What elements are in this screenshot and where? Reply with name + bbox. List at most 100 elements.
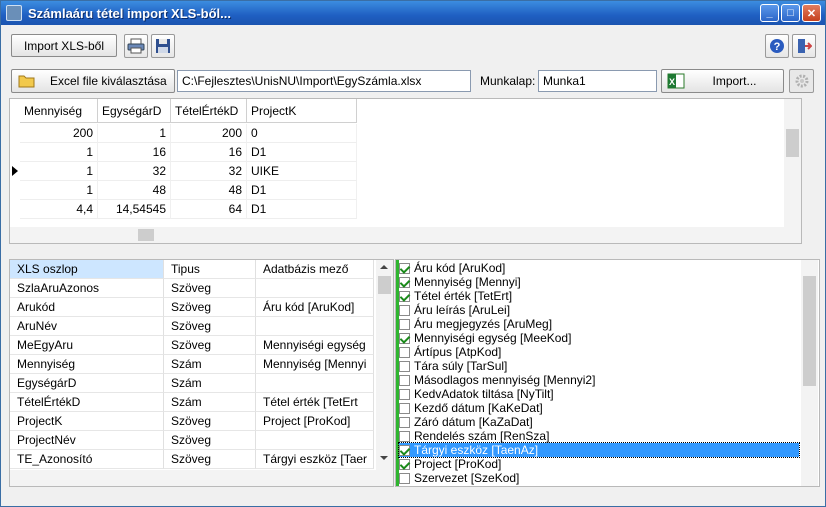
field-checklist-item[interactable]: Záró dátum [KaZaDat] xyxy=(399,415,533,429)
table-cell[interactable]: Mennyiség [Mennyi xyxy=(256,355,374,374)
field-checklist-item[interactable]: Áru kód [AruKod] xyxy=(399,261,505,275)
table-cell[interactable]: 1 xyxy=(20,181,98,200)
checkbox[interactable] xyxy=(399,402,410,414)
column-mapping-grid[interactable]: XLS oszlop Tipus Adatbázis mező SzlaAruA… xyxy=(9,259,394,487)
field-checklist[interactable]: Áru kód [AruKod] Mennyiség [Mennyi] Tétel … xyxy=(395,259,820,487)
table-row[interactable]: 1 48 48 D1 xyxy=(20,181,357,200)
field-checklist-item[interactable]: Tárgyi eszköz [TaenAz] xyxy=(398,442,800,458)
table-cell[interactable]: ProjectK xyxy=(10,412,164,431)
import-xls-button[interactable]: Import XLS-ből xyxy=(11,34,117,57)
checkbox[interactable] xyxy=(399,430,410,442)
table-row[interactable]: Arukód Szöveg Áru kód [AruKod] xyxy=(10,298,374,317)
table-cell[interactable]: Áru kód [AruKod] xyxy=(256,298,374,317)
minimize-button[interactable]: _ xyxy=(760,4,779,22)
table-cell[interactable] xyxy=(256,279,374,298)
table-cell[interactable]: SzlaAruAzonos xyxy=(10,279,164,298)
sheet-input[interactable]: Munka1 xyxy=(538,70,657,92)
checkbox[interactable] xyxy=(399,374,410,386)
save-button[interactable] xyxy=(151,34,175,58)
checkbox[interactable] xyxy=(399,346,410,358)
column-header[interactable]: XLS oszlop xyxy=(10,260,164,279)
horizontal-scrollbar[interactable] xyxy=(10,227,801,243)
table-cell[interactable]: Szám xyxy=(164,374,256,393)
table-cell[interactable]: ProjectNév xyxy=(10,431,164,450)
table-row[interactable]: SzlaAruAzonos Szöveg xyxy=(10,279,374,298)
field-checklist-item[interactable]: KedvAdatok tiltása [NyTilt] xyxy=(399,387,554,401)
field-checklist-item[interactable]: Ártípus [AtpKod] xyxy=(399,345,501,359)
column-header[interactable]: Mennyiség xyxy=(20,99,98,123)
table-cell[interactable]: 0 xyxy=(247,124,357,143)
table-cell[interactable] xyxy=(256,317,374,336)
scroll-up-arrow[interactable] xyxy=(380,265,388,269)
table-cell[interactable]: TételÉrtékD xyxy=(10,393,164,412)
help-button[interactable]: ? xyxy=(765,34,789,58)
table-cell[interactable]: 1 xyxy=(20,143,98,162)
table-cell[interactable]: Mennyiségi egység xyxy=(256,336,374,355)
column-header[interactable]: ProjectK xyxy=(247,99,357,123)
scrollbar-thumb[interactable] xyxy=(378,276,391,294)
vertical-scrollbar[interactable] xyxy=(801,260,818,486)
print-button[interactable] xyxy=(124,34,148,58)
table-row[interactable]: ProjectK Szöveg Project [ProKod] xyxy=(10,412,374,431)
table-cell[interactable]: 16 xyxy=(171,143,247,162)
table-row[interactable]: MeEgyAru Szöveg Mennyiségi egység xyxy=(10,336,374,355)
title-bar[interactable]: Számlaáru tétel import XLS-ből... _ □ ✕ xyxy=(1,1,825,25)
column-header[interactable]: Tipus xyxy=(164,260,256,279)
checkbox[interactable] xyxy=(399,444,410,456)
field-checklist-item[interactable]: Rendelés szám [RenSza] xyxy=(399,429,549,443)
table-row[interactable]: 1 32 32 UIKE xyxy=(20,162,357,181)
field-checklist-item[interactable]: Másodlagos mennyiség [Mennyi2] xyxy=(399,373,595,387)
table-cell[interactable]: MeEgyAru xyxy=(10,336,164,355)
scrollbar-thumb[interactable] xyxy=(803,276,816,386)
checkbox[interactable] xyxy=(399,458,410,470)
table-row[interactable]: Mennyiség Szám Mennyiség [Mennyi xyxy=(10,355,374,374)
table-row[interactable]: 1 16 16 D1 xyxy=(20,143,357,162)
checkbox[interactable] xyxy=(399,360,410,372)
table-cell[interactable]: Szöveg xyxy=(164,298,256,317)
column-header[interactable]: EgységárD xyxy=(98,99,171,123)
table-cell[interactable]: Szöveg xyxy=(164,412,256,431)
checkbox[interactable] xyxy=(399,472,410,484)
table-cell[interactable]: 200 xyxy=(171,124,247,143)
vertical-scrollbar[interactable] xyxy=(376,260,393,470)
field-checklist-item[interactable]: Project [ProKod] xyxy=(399,457,501,471)
table-cell[interactable]: Szöveg xyxy=(164,279,256,298)
maximize-button[interactable]: □ xyxy=(781,4,800,22)
table-cell[interactable]: 48 xyxy=(98,181,171,200)
checkbox[interactable] xyxy=(399,304,410,316)
table-cell[interactable]: Mennyiség xyxy=(10,355,164,374)
checkbox[interactable] xyxy=(399,262,410,274)
table-cell[interactable]: 1 xyxy=(98,124,171,143)
field-checklist-item[interactable]: Tétel érték [TetErt] xyxy=(399,289,512,303)
table-cell[interactable]: Szám xyxy=(164,393,256,412)
checkbox[interactable] xyxy=(399,388,410,400)
table-cell[interactable]: Szöveg xyxy=(164,317,256,336)
table-cell[interactable]: D1 xyxy=(247,143,357,162)
table-cell[interactable]: D1 xyxy=(247,181,357,200)
table-cell[interactable]: 64 xyxy=(171,200,247,219)
import-button[interactable]: X Import... xyxy=(661,69,784,93)
table-row[interactable]: 4,4 14,54545 64 D1 xyxy=(20,200,357,219)
field-checklist-item[interactable]: Áru megjegyzés [AruMeg] xyxy=(399,317,552,331)
checkbox[interactable] xyxy=(399,290,410,302)
table-cell[interactable]: 14,54545 xyxy=(98,200,171,219)
table-cell[interactable]: Szöveg xyxy=(164,431,256,450)
table-cell[interactable]: Szöveg xyxy=(164,450,256,469)
checkbox[interactable] xyxy=(399,318,410,330)
table-cell[interactable]: 200 xyxy=(20,124,98,143)
column-header[interactable]: Adatbázis mező xyxy=(256,260,374,279)
column-header[interactable]: TételÉrtékD xyxy=(171,99,247,123)
table-row[interactable]: EgységárD Szám xyxy=(10,374,374,393)
table-cell[interactable]: Tétel érték [TetErt xyxy=(256,393,374,412)
table-cell[interactable]: Szám xyxy=(164,355,256,374)
table-cell[interactable] xyxy=(256,374,374,393)
field-checklist-item[interactable]: Áru leírás [AruLei] xyxy=(399,303,510,317)
field-checklist-item[interactable]: Tára súly [TarSul] xyxy=(399,359,507,373)
exit-button[interactable] xyxy=(792,34,816,58)
table-cell[interactable]: EgységárD xyxy=(10,374,164,393)
close-button[interactable]: ✕ xyxy=(802,4,821,22)
table-cell[interactable]: Tárgyi eszköz [Taer xyxy=(256,450,374,469)
field-checklist-item[interactable]: Mennyiség [Mennyi] xyxy=(399,275,521,289)
table-cell[interactable]: 32 xyxy=(98,162,171,181)
table-cell[interactable]: UIKE xyxy=(247,162,357,181)
